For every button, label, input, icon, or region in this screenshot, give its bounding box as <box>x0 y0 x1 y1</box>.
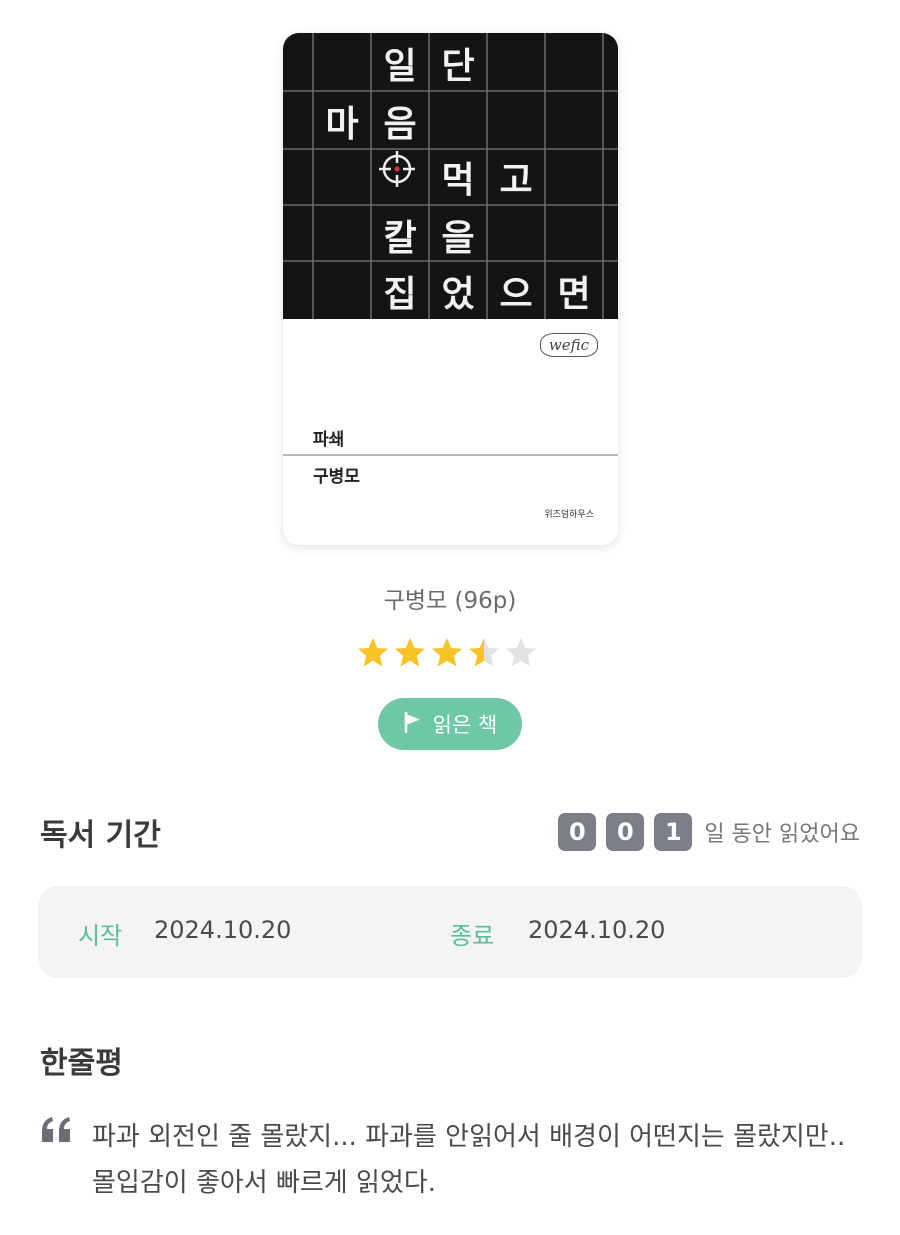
star-filled-icon[interactable] <box>356 636 390 670</box>
crosshair-icon <box>377 149 435 205</box>
cover-char: 음 <box>383 103 417 145</box>
cover-char: 집 <box>383 273 417 315</box>
days-counter: 0 0 1 일 동안 읽었어요 <box>558 813 860 851</box>
cover-char: 면 <box>557 273 591 315</box>
cover-char: 었 <box>441 273 475 315</box>
reading-period-box[interactable]: 시작 2024.10.20 종료 2024.10.20 <box>38 886 862 978</box>
days-digit: 1 <box>654 813 693 851</box>
star-empty-icon[interactable] <box>504 636 538 670</box>
days-digit: 0 <box>558 813 597 851</box>
cover-char: 먹 <box>441 159 475 201</box>
read-status-button[interactable]: 읽은 책 <box>378 698 522 750</box>
cover-char: 고 <box>499 159 533 201</box>
book-cover[interactable]: 일 단 마 음 먹 고 칼 을 집 었 으 면 wefic 파쇄 구병모 위즈덤… <box>283 33 618 545</box>
end-label: 종료 <box>450 922 495 950</box>
cover-divider <box>283 454 618 456</box>
quote-icon <box>40 1116 74 1148</box>
star-filled-icon[interactable] <box>393 636 427 670</box>
reading-period-title: 독서 기간 <box>40 818 161 853</box>
cover-char: 을 <box>441 217 475 259</box>
start-date[interactable]: 2024.10.20 <box>154 916 291 944</box>
publisher-logo: wefic <box>539 333 598 357</box>
book-author-pages: 구병모 (96p) <box>383 588 517 614</box>
star-filled-icon[interactable] <box>430 636 464 670</box>
end-date[interactable]: 2024.10.20 <box>528 916 665 944</box>
cover-title: 파쇄 <box>313 430 345 450</box>
review-title: 한줄평 <box>40 1046 123 1081</box>
days-digit: 0 <box>606 813 645 851</box>
start-label: 시작 <box>78 922 123 950</box>
flag-icon <box>403 711 423 738</box>
read-status-label: 읽은 책 <box>432 713 498 737</box>
cover-char: 칼 <box>383 217 417 259</box>
rating-stars[interactable] <box>356 636 538 670</box>
cover-author: 구병모 <box>313 467 360 487</box>
cover-publisher: 위즈덤하우스 <box>544 510 594 520</box>
review-text: 파과 외전인 줄 몰랐지... 파과를 안읽어서 배경이 어떤지는 몰랐지만..… <box>92 1122 846 1198</box>
star-half-icon[interactable] <box>467 636 501 670</box>
cover-char: 마 <box>325 103 359 145</box>
cover-char: 으 <box>499 273 533 315</box>
cover-char: 단 <box>441 45 475 87</box>
cover-artwork: 일 단 마 음 먹 고 칼 을 집 었 으 면 <box>283 33 618 319</box>
days-suffix: 일 동안 읽었어요 <box>704 822 860 847</box>
cover-char: 일 <box>383 45 417 87</box>
